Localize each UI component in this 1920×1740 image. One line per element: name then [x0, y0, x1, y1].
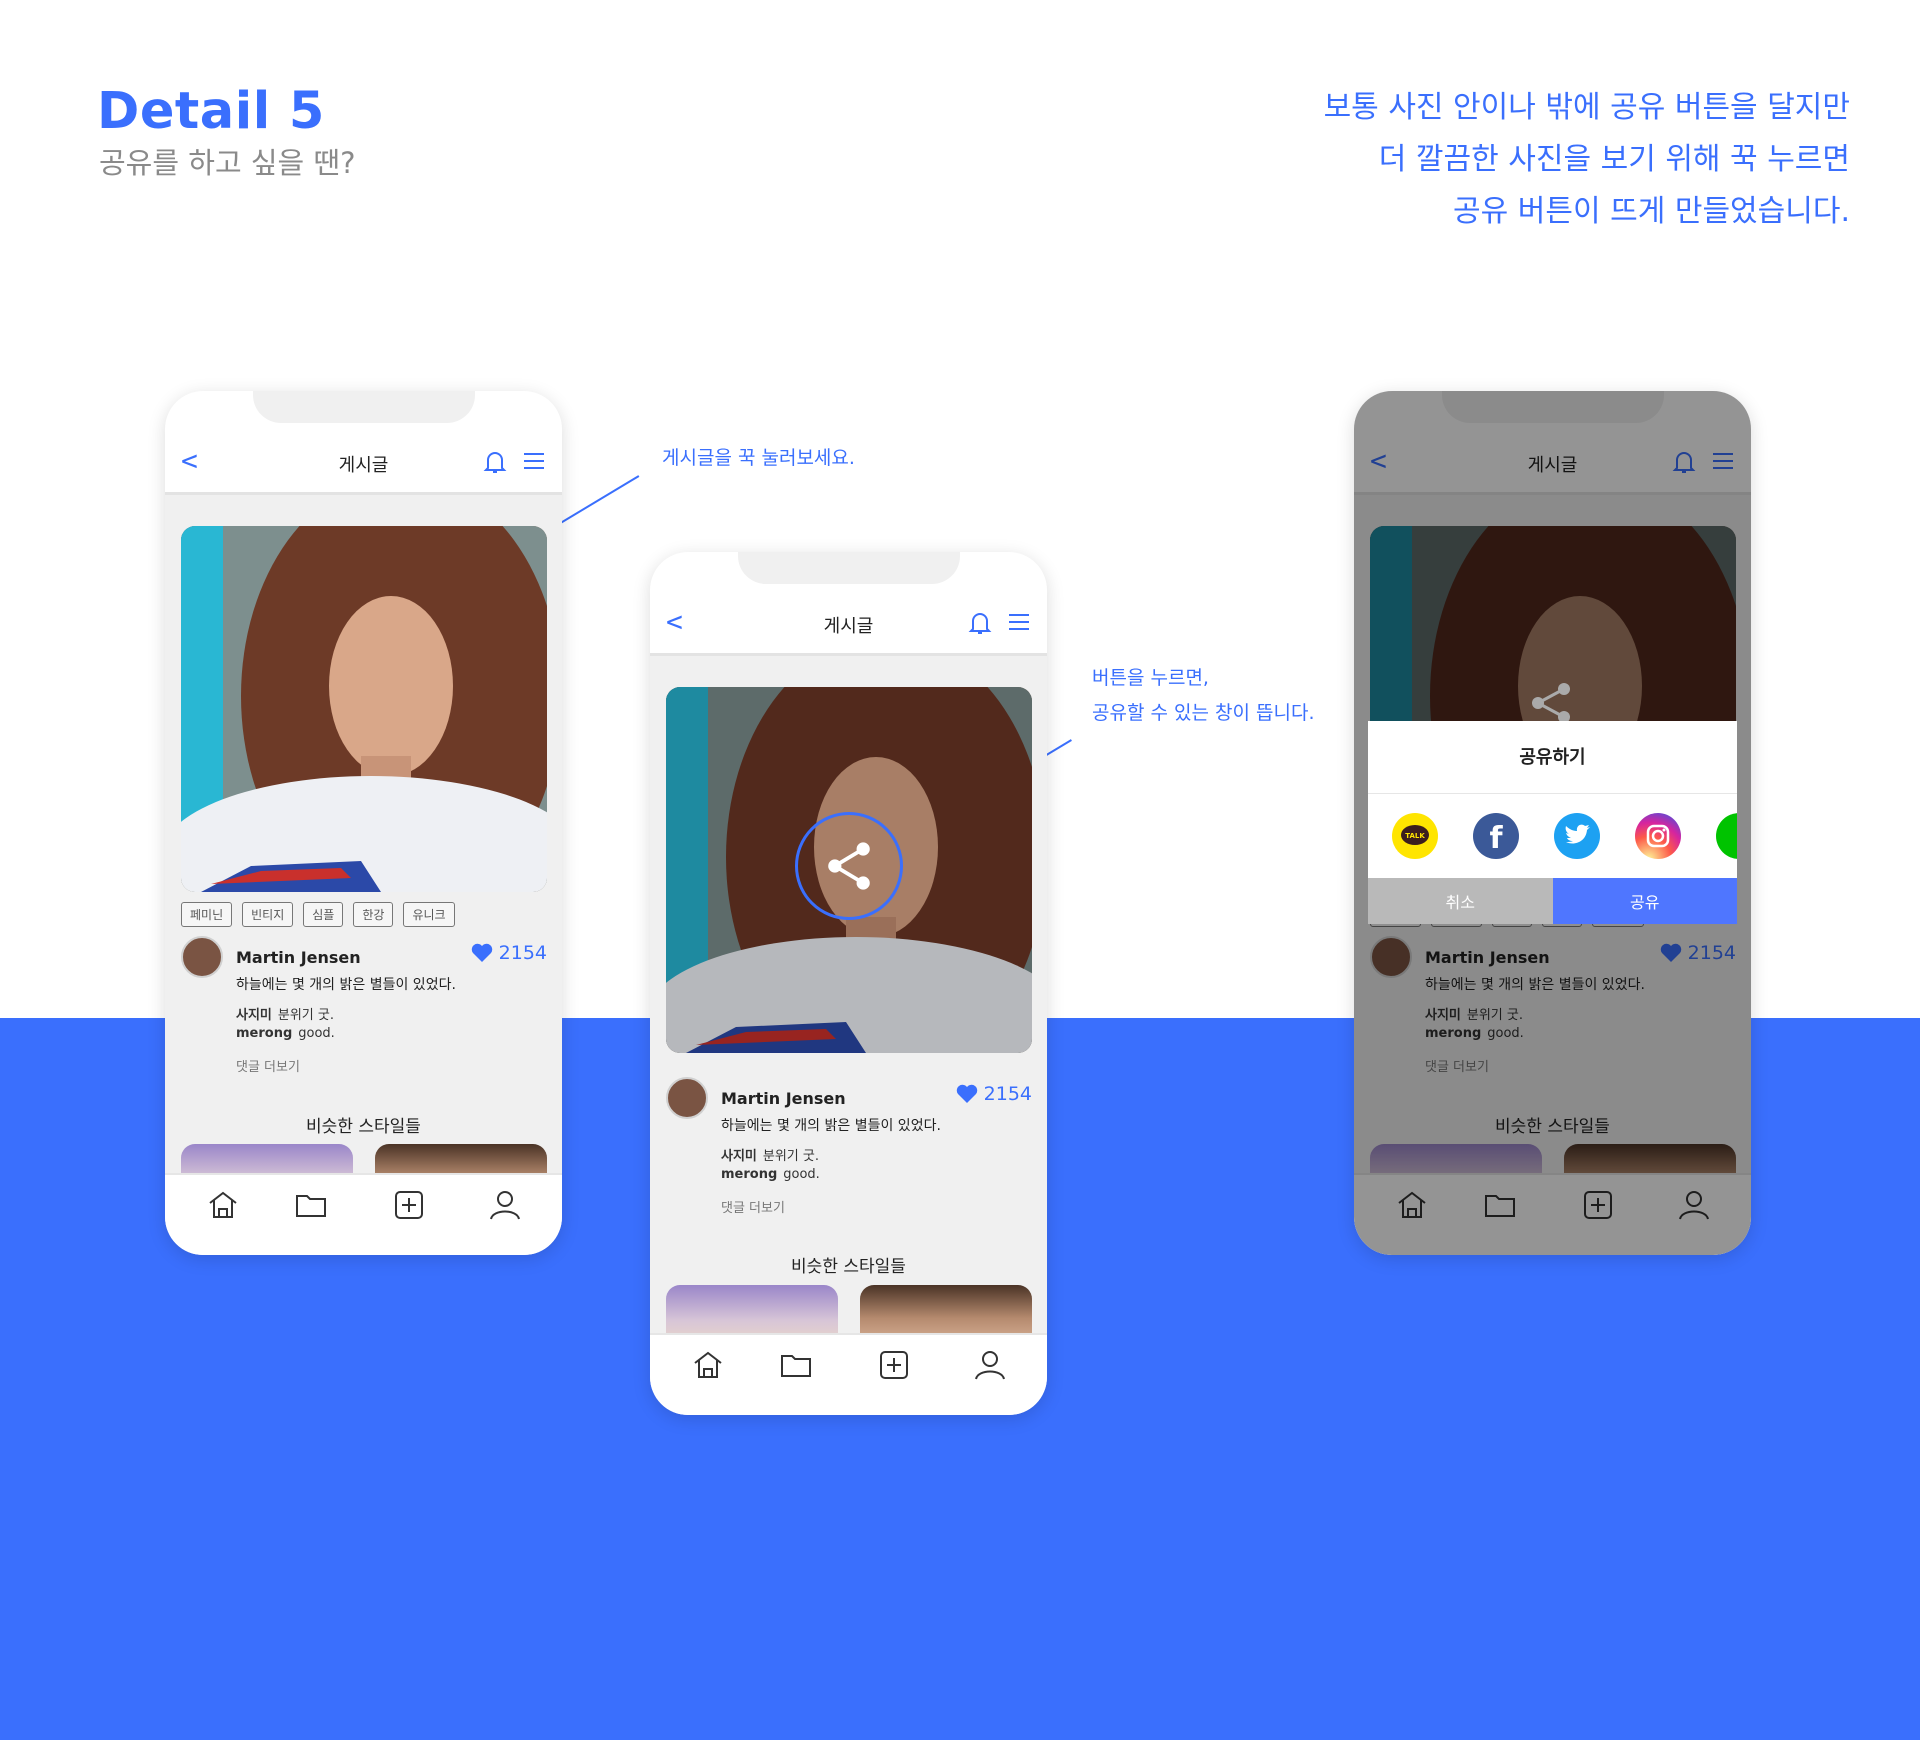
- share-icon: [828, 842, 870, 890]
- comment-text: 분위기 굿.: [762, 1149, 819, 1164]
- add-square-icon[interactable]: [876, 1347, 912, 1383]
- kakaotalk-icon[interactable]: TALK: [1392, 813, 1438, 859]
- tab-bar: [165, 1173, 562, 1255]
- share-app-list: TALK f: [1368, 794, 1737, 878]
- phone-screen-share-sheet: < 게시글 페미닌 빈티지 심플 한강 유니크 Martin Jensen 21…: [1354, 391, 1751, 1255]
- comment: merong good.: [236, 1026, 335, 1041]
- post-caption: 하늘에는 몇 개의 밝은 별들이 있었다.: [721, 1118, 941, 1134]
- share-sheet-actions: 취소 공유: [1368, 878, 1737, 924]
- app-header: < 게시글: [165, 431, 562, 495]
- description-line: 더 깔끔한 사진을 보기 위해 꾹 누르면: [1378, 142, 1850, 177]
- more-comments-link[interactable]: 댓글 더보기: [236, 1056, 300, 1075]
- like-count[interactable]: 2154: [956, 1083, 1032, 1105]
- profile-icon[interactable]: [972, 1347, 1008, 1383]
- share-confirm-button[interactable]: 공유: [1552, 878, 1737, 924]
- comment: merong good.: [721, 1167, 820, 1182]
- author-name[interactable]: Martin Jensen: [721, 1089, 846, 1108]
- post-photo[interactable]: [181, 526, 547, 892]
- hamburger-menu-icon[interactable]: [1007, 612, 1031, 632]
- status-bar: [650, 552, 1047, 592]
- comment-text: good.: [783, 1167, 820, 1182]
- slide-subtitle: 공유를 하고 싶을 땐?: [99, 146, 356, 180]
- bell-icon[interactable]: [968, 610, 992, 636]
- tag-chip[interactable]: 페미닌: [181, 902, 233, 927]
- cancel-button[interactable]: 취소: [1368, 878, 1553, 924]
- comment-text: good.: [298, 1026, 335, 1041]
- phone-notch: [253, 391, 475, 423]
- facebook-icon[interactable]: f: [1473, 813, 1519, 859]
- comment-user[interactable]: 사지미: [721, 1149, 757, 1164]
- similar-thumbnails: [666, 1285, 1032, 1345]
- slide-title: Detail 5: [97, 82, 325, 141]
- home-icon[interactable]: [690, 1347, 726, 1383]
- post-caption: 하늘에는 몇 개의 밝은 별들이 있었다.: [236, 977, 456, 993]
- share-sheet: 공유하기 TALK f 취소 공유: [1368, 721, 1737, 924]
- annotation-line-1: 버튼을 누르면,: [1092, 667, 1209, 689]
- like-count[interactable]: 2154: [471, 942, 547, 964]
- comment-user[interactable]: 사지미: [236, 1008, 272, 1023]
- tag-chip[interactable]: 심플: [303, 902, 344, 927]
- hamburger-menu-icon[interactable]: [522, 451, 546, 471]
- comment-user[interactable]: merong: [236, 1026, 292, 1041]
- like-count-value: 2154: [498, 942, 547, 964]
- phone-notch: [738, 552, 960, 584]
- app-header: < 게시글: [650, 592, 1047, 656]
- profile-icon[interactable]: [487, 1187, 523, 1223]
- similar-styles-title: 비슷한 스타일들: [306, 1117, 421, 1137]
- status-bar: [165, 391, 562, 431]
- folder-icon[interactable]: [293, 1187, 329, 1223]
- share-icon: [1532, 683, 1570, 723]
- facebook-label: f: [1489, 821, 1503, 856]
- line-icon[interactable]: [1716, 813, 1737, 859]
- share-sheet-title: 공유하기: [1368, 721, 1737, 794]
- description-line: 공유 버튼이 뜨게 만들었습니다.: [1453, 194, 1850, 229]
- twitter-icon[interactable]: [1554, 813, 1600, 859]
- bell-icon[interactable]: [483, 449, 507, 475]
- comment: 사지미 분위기 굿.: [236, 1004, 334, 1023]
- comment: 사지미 분위기 굿.: [721, 1145, 819, 1164]
- annotation-line-2: 공유할 수 있는 창이 뜹니다.: [1092, 702, 1315, 724]
- tag-chip[interactable]: 한강: [353, 902, 394, 927]
- author-name[interactable]: Martin Jensen: [236, 948, 361, 967]
- comment-text: 분위기 굿.: [277, 1008, 334, 1023]
- share-button[interactable]: [795, 812, 903, 920]
- tab-bar: [650, 1333, 1047, 1415]
- comment-user[interactable]: merong: [721, 1167, 777, 1182]
- folder-icon[interactable]: [778, 1347, 814, 1383]
- heart-icon[interactable]: [471, 943, 493, 963]
- home-icon[interactable]: [205, 1187, 241, 1223]
- instagram-icon[interactable]: [1635, 813, 1681, 859]
- annotation-share-button: 버튼을 누르면, 공유할 수 있는 창이 뜹니다.: [1092, 661, 1314, 731]
- heart-icon[interactable]: [956, 1084, 978, 1104]
- similar-styles-title: 비슷한 스타일들: [791, 1257, 906, 1277]
- tag-chip[interactable]: 빈티지: [242, 902, 294, 927]
- avatar[interactable]: [666, 1077, 708, 1119]
- avatar[interactable]: [181, 936, 223, 978]
- description-line: 보통 사진 안이나 밖에 공유 버튼을 달지만: [1323, 90, 1850, 125]
- more-comments-link[interactable]: 댓글 더보기: [721, 1197, 785, 1216]
- add-square-icon[interactable]: [391, 1187, 427, 1223]
- phone-screen-post: < 게시글 페미닌 빈티지 심플 한강 유니크 Martin Jensen 21…: [165, 391, 562, 1255]
- kakaotalk-label: TALK: [1405, 832, 1425, 840]
- tag-chip[interactable]: 유니크: [403, 902, 455, 927]
- tag-list: 페미닌 빈티지 심플 한강 유니크: [181, 902, 455, 927]
- slide-description: 보통 사진 안이나 밖에 공유 버튼을 달지만 더 깔끔한 사진을 보기 위해 …: [1324, 82, 1850, 238]
- phone-screen-long-press: < 게시글 Martin Jensen 2154 하늘에는 몇 개의 밝은 별들…: [650, 552, 1047, 1415]
- like-count-value: 2154: [983, 1083, 1032, 1105]
- annotation-long-press: 게시글을 꾹 눌러보세요.: [662, 447, 855, 469]
